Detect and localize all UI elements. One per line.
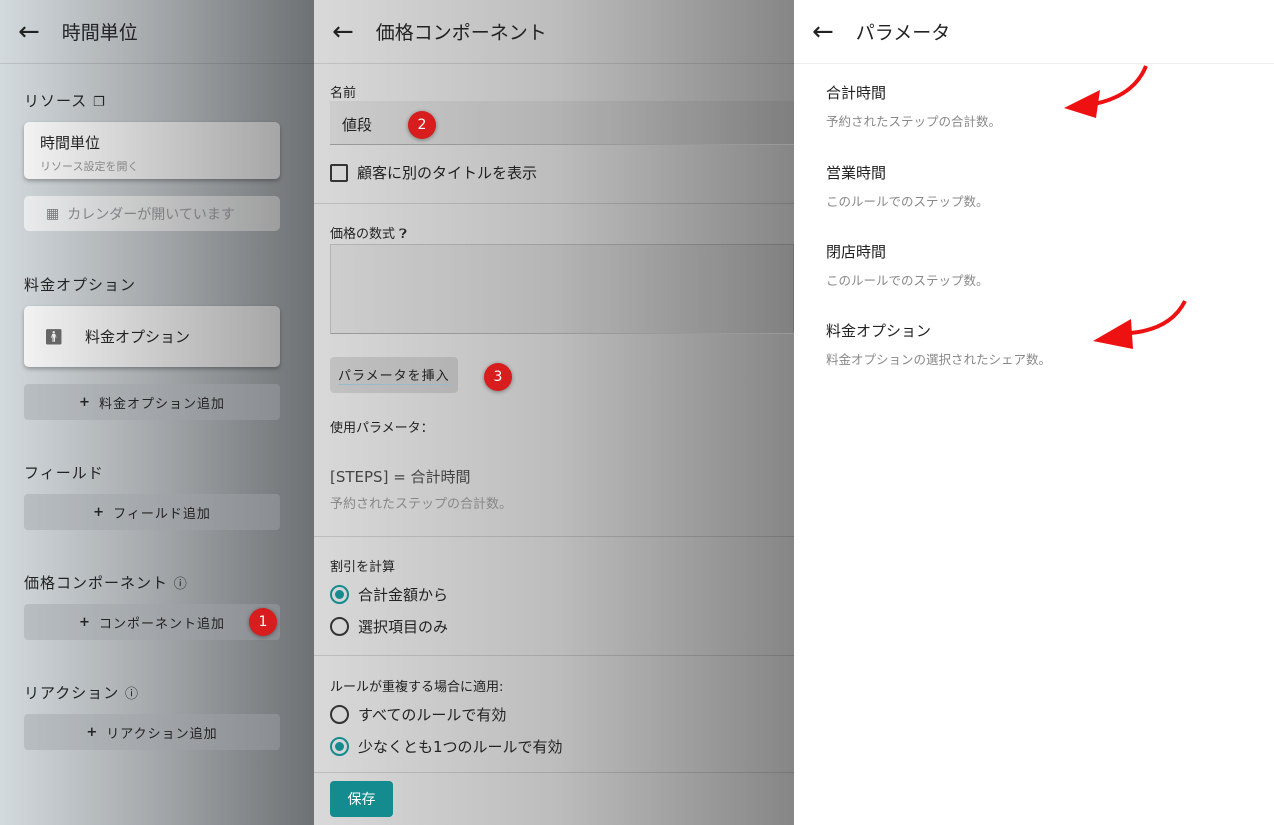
resource-card-subtitle: リソース設定を開く xyxy=(40,160,139,173)
resource-card-title: 時間単位 xyxy=(40,134,101,152)
back-arrow-icon[interactable]: ← xyxy=(812,17,834,47)
param-title: 営業時間 xyxy=(826,164,887,182)
divider xyxy=(314,772,794,773)
pricing-option-card[interactable]: 🚹︎ 料金オプション xyxy=(24,306,280,367)
help-icon[interactable]: ⓘ xyxy=(125,687,139,702)
overlap-radio-all[interactable]: すべてのルールで有効 xyxy=(330,704,506,725)
param-item-pricing-option[interactable]: 料金オプション料金オプションの選択されたシェア数。 xyxy=(826,320,1051,368)
insert-parameter-label: パラメータを挿入 xyxy=(338,365,450,385)
param-item-closed-time[interactable]: 閉店時間このルールでのステップ数。 xyxy=(826,241,989,289)
back-arrow-icon[interactable]: ← xyxy=(18,17,40,47)
price-components-section: 価格コンポーネント ⓘ xyxy=(24,572,188,593)
discount-label: 割引を計算 xyxy=(330,560,396,575)
param-name: = 合計時間 xyxy=(388,468,471,486)
name-value: 値段 xyxy=(342,116,373,134)
step-badge-3: 3 xyxy=(484,363,512,391)
step-badge-1: 1 xyxy=(249,608,277,636)
add-reaction-button[interactable]: + リアクション追加 xyxy=(24,714,280,750)
add-component-label: コンポーネント追加 xyxy=(98,616,225,632)
param-desc: このルールでのステップ数。 xyxy=(826,194,989,209)
divider xyxy=(314,536,794,537)
panel-title: パラメータ xyxy=(855,22,951,44)
pricing-option-label: 料金オプション xyxy=(85,328,191,346)
copy-icon[interactable]: ❐ xyxy=(93,95,106,110)
param-desc: このルールでのステップ数。 xyxy=(826,273,989,288)
param-title: 合計時間 xyxy=(826,84,887,102)
resource-card[interactable]: 時間単位 リソース設定を開く xyxy=(24,122,280,179)
resources-section: リソース ❐ xyxy=(24,90,106,111)
pricing-options-label: 料金オプション xyxy=(24,276,137,294)
price-component-panel: ← 価格コンポーネント 名前 値段 2 顧客に別のタイトルを表示 価格の数式 ❓︎… xyxy=(314,0,794,825)
insert-parameter-button[interactable]: パラメータを挿入 xyxy=(330,357,458,393)
calendar-button[interactable]: ▦ カレンダーが開いています xyxy=(24,196,280,231)
red-arrow-icon xyxy=(1064,65,1148,118)
radio-label: 選択項目のみ xyxy=(358,618,449,636)
alt-title-checkbox[interactable]: 顧客に別のタイトルを表示 xyxy=(330,162,537,183)
step-badge-2: 2 xyxy=(408,111,436,139)
overlap-label: ルールが重複する場合に適用: xyxy=(330,680,504,695)
parameters-panel: ← パラメータ 合計時間予約されたステップの合計数。 営業時間このルールでのステッ… xyxy=(794,0,1274,825)
resources-label: リソース xyxy=(24,92,88,110)
panel-title: 価格コンポーネント xyxy=(375,22,547,44)
panel-header: ← 時間単位 xyxy=(0,0,314,64)
fields-label: フィールド xyxy=(24,464,104,482)
help-icon[interactable]: ⓘ xyxy=(174,577,188,592)
param-desc: 予約されたステップの合計数。 xyxy=(330,497,513,512)
calendar-label: カレンダーが開いています xyxy=(67,206,235,223)
formula-textarea[interactable] xyxy=(330,244,794,334)
resource-panel: ← 時間単位 リソース ❐ 時間単位 リソース設定を開く ▦ カレンダーが開いていま… xyxy=(0,0,314,825)
param-desc: 料金オプションの選択されたシェア数。 xyxy=(826,352,1052,367)
overlap-radio-any[interactable]: 少なくとも1つのルールで有効 xyxy=(330,736,563,757)
reactions-label: リアクション xyxy=(24,684,120,702)
add-component-button[interactable]: + コンポーネント追加 xyxy=(24,604,280,640)
param-item-total-time[interactable]: 合計時間予約されたステップの合計数。 xyxy=(826,82,1001,130)
back-arrow-icon[interactable]: ← xyxy=(332,17,354,47)
param-title: 閉店時間 xyxy=(826,243,887,261)
used-params-label: 使用パラメータ： xyxy=(330,421,434,436)
question-icon[interactable]: ❓︎ xyxy=(399,227,407,242)
add-pricing-option-button[interactable]: + 料金オプション追加 xyxy=(24,384,280,420)
add-field-button[interactable]: + フィールド追加 xyxy=(24,494,280,530)
discount-radio-total[interactable]: 合計金額から xyxy=(330,584,448,605)
param-item-open-time[interactable]: 営業時間このルールでのステップ数。 xyxy=(826,162,989,210)
person-icon: 🚹︎ xyxy=(44,327,64,346)
formula-label-row: 価格の数式 ❓︎ xyxy=(330,223,407,242)
alt-title-label: 顧客に別のタイトルを表示 xyxy=(357,164,538,182)
panel-header: ← 価格コンポーネント xyxy=(314,0,794,64)
red-arrow-icon xyxy=(1093,300,1187,349)
radio-label: すべてのルールで有効 xyxy=(358,706,507,724)
formula-label: 価格の数式 xyxy=(330,227,396,242)
add-reaction-label: リアクション追加 xyxy=(106,726,218,742)
panel-header: ← パラメータ xyxy=(794,0,1274,64)
used-param: [STEPS] = 合計時間 xyxy=(330,466,471,487)
divider xyxy=(314,655,794,656)
radio-label: 少なくとも1つのルールで有効 xyxy=(358,738,563,756)
add-field-label: フィールド追加 xyxy=(113,506,211,522)
divider xyxy=(314,203,794,204)
reactions-section: リアクション ⓘ xyxy=(24,682,139,703)
name-input[interactable]: 値段 xyxy=(330,101,794,145)
save-button[interactable]: 保存 xyxy=(330,781,393,817)
name-label: 名前 xyxy=(330,86,357,101)
discount-radio-selected[interactable]: 選択項目のみ xyxy=(330,616,448,637)
param-token: [STEPS] xyxy=(330,468,389,486)
param-title: 料金オプション xyxy=(826,322,932,340)
price-components-label: 価格コンポーネント xyxy=(24,574,169,592)
grid-icon: ▦ xyxy=(46,205,60,222)
radio-label: 合計金額から xyxy=(358,586,449,604)
panel-title: 時間単位 xyxy=(61,22,138,44)
add-pricing-option-label: 料金オプション追加 xyxy=(98,396,225,412)
param-desc: 予約されたステップの合計数。 xyxy=(826,114,1002,129)
